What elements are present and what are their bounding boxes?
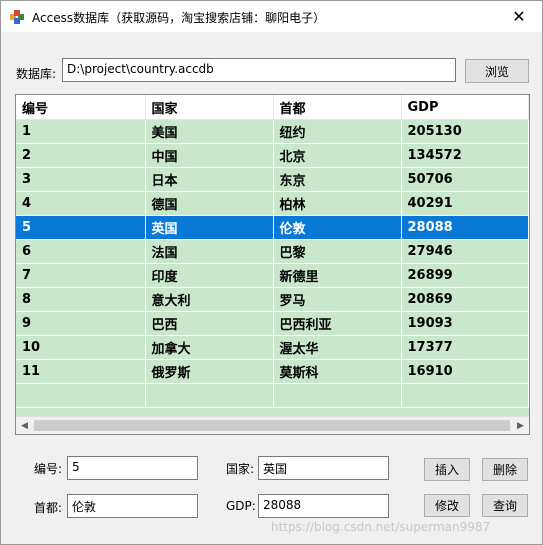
title-bar[interactable]: Access数据库（获取源码，淘宝搜索店铺：聊阳电子） ✕ [1,1,542,32]
table-row[interactable]: 3 日本 东京 50706 [16,167,529,192]
capital-label: 首都: [34,501,63,515]
cell-country[interactable]: 巴西 [145,311,274,336]
window-title: Access数据库（获取源码，淘宝搜索店铺：聊阳电子） [32,11,326,25]
id-label: 编号: [34,462,63,476]
data-grid[interactable]: 编号 国家 首都 GDP 1 美国 纽约 205130 2 中国 北京 1 345 [15,94,530,435]
cell-gdp[interactable]: 40291 [401,191,529,216]
scroll-right-icon[interactable]: ▶ [512,417,529,434]
cell-id[interactable]: 6 [16,239,146,264]
cell-country[interactable]: 英国 [145,215,274,240]
capital-input[interactable]: 伦敦 [67,494,198,518]
column-header-country[interactable]: 国家 [145,95,274,120]
cell-capital[interactable]: 新德里 [273,263,402,288]
cell-country[interactable]: 德国 [145,191,274,216]
close-icon: ✕ [512,7,526,26]
cell-id[interactable]: 9 [16,311,146,336]
cell-gdp[interactable]: 17377 [401,335,529,360]
table-row-selected[interactable]: 5 英国 伦敦 28088 [16,215,529,240]
cell-capital[interactable]: 渥太华 [273,335,402,360]
cell-id[interactable]: 10 [16,335,146,360]
cell-id[interactable]: 5 [16,215,146,240]
cell-country[interactable]: 美国 [145,119,274,144]
table-row[interactable]: 9 巴西 巴西利亚 19093 [16,311,529,336]
cell-id[interactable]: 8 [16,287,146,312]
cell-capital[interactable]: 巴西利亚 [273,311,402,336]
cell-gdp[interactable]: 20869 [401,287,529,312]
table-row[interactable]: 2 中国 北京 134572 [16,143,529,168]
cell-gdp[interactable]: 205130 [401,119,529,144]
table-row[interactable]: 6 法国 巴黎 27946 [16,239,529,264]
cell-id[interactable]: 4 [16,191,146,216]
table-row[interactable]: 1 美国 纽约 205130 [16,119,529,144]
column-header-gdp[interactable]: GDP [401,95,529,120]
browse-button[interactable]: 浏览 [465,59,529,83]
table-row[interactable]: 8 意大利 罗马 20869 [16,287,529,312]
cell-id[interactable]: 7 [16,263,146,288]
cell-id[interactable]: 3 [16,167,146,192]
table-row[interactable]: 10 加拿大 渥太华 17377 [16,335,529,360]
cell-capital[interactable]: 柏林 [273,191,402,216]
close-button[interactable]: ✕ [496,1,542,32]
column-header-capital[interactable]: 首都 [273,95,402,120]
app-window: Access数据库（获取源码，淘宝搜索店铺：聊阳电子） ✕ 数据库: D:\pr… [0,0,543,545]
cell-gdp[interactable]: 134572 [401,143,529,168]
insert-button[interactable]: 插入 [424,458,470,481]
table-row-empty[interactable] [16,383,529,408]
cell-capital[interactable]: 纽约 [273,119,402,144]
cell-country[interactable]: 俄罗斯 [145,359,274,384]
cell-gdp[interactable]: 26899 [401,263,529,288]
cell-country[interactable]: 日本 [145,167,274,192]
column-header-id[interactable]: 编号 [16,95,146,120]
table-row[interactable]: 4 德国 柏林 40291 [16,191,529,216]
cell-capital[interactable]: 北京 [273,143,402,168]
cell-country[interactable]: 法国 [145,239,274,264]
cell-capital[interactable]: 莫斯科 [273,359,402,384]
cell-capital[interactable]: 东京 [273,167,402,192]
cell-capital[interactable]: 伦敦 [273,215,402,240]
gdp-input[interactable]: 28088 [258,494,389,518]
delete-button[interactable]: 删除 [482,458,528,481]
header-row: 编号 国家 首都 GDP [16,95,529,120]
cell-country[interactable]: 中国 [145,143,274,168]
cell-gdp[interactable]: 28088 [401,215,529,240]
access-app-icon [10,10,24,24]
table-row[interactable]: 7 印度 新德里 26899 [16,263,529,288]
cell-capital[interactable]: 巴黎 [273,239,402,264]
cell-gdp[interactable]: 16910 [401,359,529,384]
database-path-input[interactable]: D:\project\country.accdb [62,58,456,82]
country-label: 国家: [226,462,255,476]
cell-gdp[interactable]: 19093 [401,311,529,336]
scrollbar-thumb[interactable] [34,420,510,431]
cell-id[interactable]: 2 [16,143,146,168]
query-button[interactable]: 查询 [482,494,528,517]
table-row[interactable]: 11 俄罗斯 莫斯科 16910 [16,359,529,384]
cell-id[interactable]: 11 [16,359,146,384]
gdp-label: GDP: [226,499,256,513]
modify-button[interactable]: 修改 [424,494,470,517]
id-input[interactable]: 5 [67,456,198,480]
cell-gdp[interactable]: 50706 [401,167,529,192]
country-input[interactable]: 英国 [258,456,389,480]
cell-country[interactable]: 意大利 [145,287,274,312]
watermark: https://blog.csdn.net/superman9987 [271,520,491,534]
cell-id[interactable]: 1 [16,119,146,144]
data-table: 编号 国家 首都 GDP 1 美国 纽约 205130 2 中国 北京 1 345 [16,95,529,408]
cell-gdp[interactable]: 27946 [401,239,529,264]
cell-country[interactable]: 印度 [145,263,274,288]
scroll-left-icon[interactable]: ◀ [16,417,33,434]
cell-country[interactable]: 加拿大 [145,335,274,360]
horizontal-scrollbar[interactable]: ◀ ▶ [16,416,529,434]
database-label: 数据库: [16,67,57,81]
cell-capital[interactable]: 罗马 [273,287,402,312]
